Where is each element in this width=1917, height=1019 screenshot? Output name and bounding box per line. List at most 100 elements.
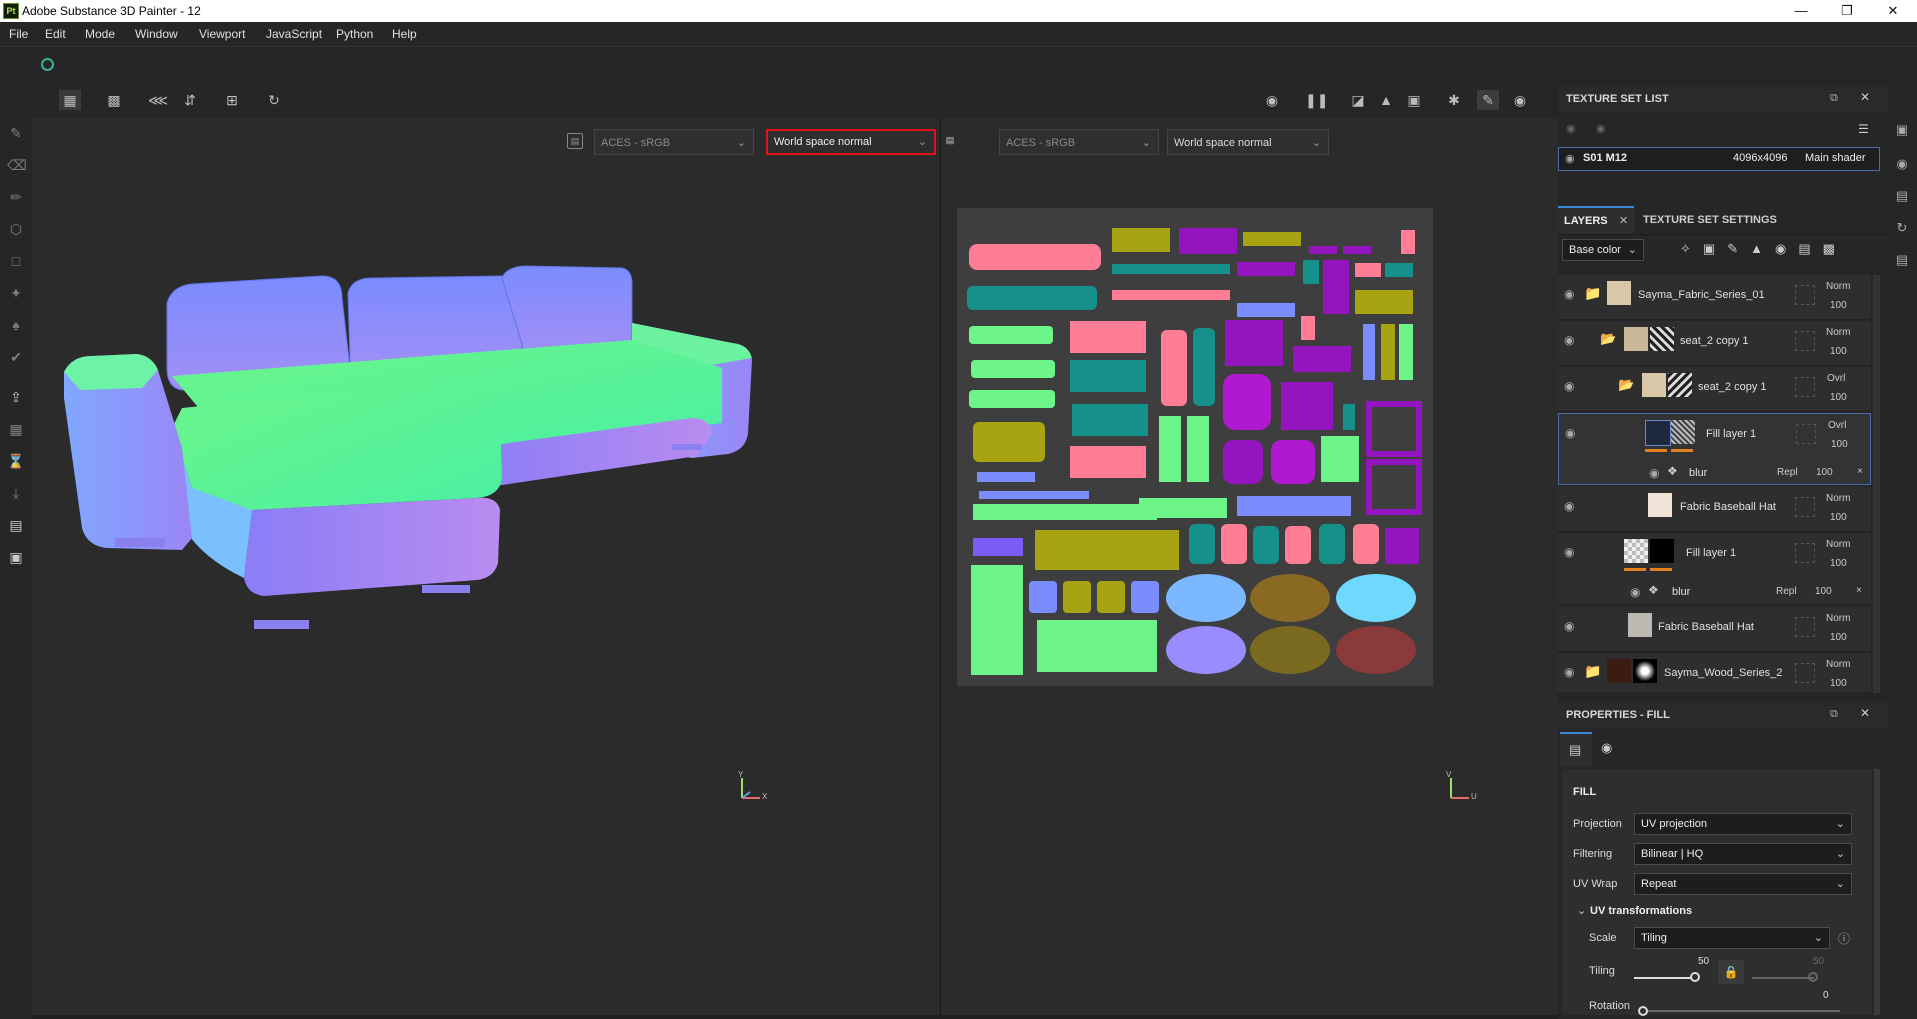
paint-brush-icon[interactable]: ✎ — [7, 124, 25, 142]
layer-visibility-icon[interactable]: ◉ — [1564, 499, 1574, 513]
mirror-x-icon[interactable]: ⋘ — [147, 90, 169, 110]
polygon-fill-icon[interactable]: ⬡ — [7, 220, 25, 238]
add-folder-icon[interactable]: ▤ — [1798, 241, 1822, 256]
tiling-value[interactable]: 50 — [1698, 956, 1709, 967]
mask-slot[interactable] — [1795, 663, 1815, 683]
close-window-button[interactable]: ✕ — [1870, 0, 1916, 22]
layer-row[interactable]: ◉ Fabric Baseball Hat Norm 100 — [1558, 607, 1871, 652]
tiling-slider-track[interactable] — [1634, 977, 1696, 979]
rotation-value[interactable]: 0 — [1823, 990, 1829, 1001]
viewport-3d[interactable]: ▤ ACES - sRGB ⌄ World space normal ⌄ Y X — [32, 118, 940, 1015]
close-properties-icon[interactable]: ✕ — [1860, 706, 1870, 720]
book-icon[interactable]: ▣ — [7, 548, 25, 566]
tiling-slider-track-secondary[interactable] — [1752, 977, 1814, 979]
collapse-chevron-icon[interactable]: ⌄ — [1577, 904, 1586, 917]
scale-dropdown[interactable]: Tiling ⌄ — [1634, 927, 1830, 949]
layer-row-selected[interactable]: ◉ Fill layer 1 Ovrl 100 ◉ ❖ blur Repl 10… — [1558, 413, 1871, 485]
split-view-icon[interactable]: ◪ — [1347, 90, 1369, 110]
rotation-slider-handle[interactable] — [1638, 1006, 1648, 1016]
lock-icon[interactable]: 🔒 — [1718, 960, 1744, 984]
layer-visibility-icon[interactable]: ◉ — [1564, 287, 1574, 301]
uv-map[interactable] — [957, 208, 1433, 686]
delete-layer-icon[interactable]: ▩ — [1823, 241, 1847, 256]
menu-javascript[interactable]: JavaScript — [266, 27, 322, 41]
rotation-slider-track[interactable] — [1640, 1010, 1840, 1012]
tab-texture-set-settings[interactable]: TEXTURE SET SETTINGS — [1643, 214, 1777, 226]
pause-icon[interactable]: ❚❚ — [1305, 90, 1328, 110]
close-tab-icon[interactable]: ✕ — [1619, 214, 1628, 227]
properties-scrollbar[interactable] — [1874, 769, 1880, 1015]
camera-icon[interactable]: ▣ — [1403, 90, 1425, 110]
bake-icon[interactable]: ▦ — [7, 420, 25, 438]
viewport-uv[interactable]: ▤ ACES - sRGB ⌄ World space normal ⌄ V U — [941, 118, 1558, 1015]
side-shelf-icon[interactable]: ◉ — [1893, 156, 1911, 174]
add-mask-icon[interactable]: ▣ — [1703, 241, 1727, 256]
menu-edit[interactable]: Edit — [45, 27, 66, 41]
layer-row[interactable]: ◉ Fabric Baseball Hat Norm 100 — [1558, 487, 1871, 532]
smart-material-icon[interactable]: ◉ — [1775, 241, 1798, 256]
effect-visibility-icon[interactable]: ◉ — [1630, 585, 1640, 599]
remove-effect-icon[interactable]: × — [1856, 585, 1862, 596]
tab-fill-properties[interactable]: ▤ — [1560, 732, 1592, 766]
side-log-icon[interactable]: ▤ — [1893, 252, 1911, 270]
layer-visibility-icon[interactable]: ◉ — [1564, 619, 1574, 633]
mask-slot[interactable] — [1795, 285, 1815, 305]
projection-icon[interactable]: ✏ — [7, 188, 25, 206]
texture-set-row[interactable]: ◉ S01 M12 4096x4096 Main shader — [1558, 147, 1880, 171]
clone-icon[interactable]: ✦ — [7, 284, 25, 302]
menu-python[interactable]: Python — [336, 27, 373, 41]
remove-effect-icon[interactable]: × — [1857, 466, 1863, 477]
layer-row[interactable]: ◉ 📁 Sayma_Fabric_Series_01 Norm 100 — [1558, 275, 1871, 320]
document-icon[interactable]: ▤ — [7, 516, 25, 534]
layer-scrollbar[interactable] — [1873, 275, 1880, 693]
eye-icon[interactable]: ◉ — [1565, 152, 1575, 165]
uv-transformations-title[interactable]: UV transformations — [1590, 905, 1692, 917]
float-properties-icon[interactable]: ⧉ — [1830, 708, 1838, 721]
tiling-slider-handle[interactable] — [1690, 972, 1700, 982]
filtering-dropdown[interactable]: Bilinear | HQ ⌄ — [1634, 843, 1852, 865]
tiling-value-secondary[interactable]: 50 — [1813, 956, 1824, 967]
tiling-slider-handle-secondary[interactable] — [1808, 972, 1818, 982]
colorspace-dropdown-uv[interactable]: ACES - sRGB ⌄ — [999, 129, 1159, 155]
cube-icon[interactable]: ▲ — [1375, 90, 1397, 110]
menu-file[interactable]: File — [9, 27, 28, 41]
mask-slot[interactable] — [1795, 331, 1815, 351]
menu-mode[interactable]: Mode — [85, 27, 115, 41]
grid-view-icon[interactable]: ▦ — [59, 90, 81, 110]
material-props-icon[interactable]: ◉ — [1601, 740, 1612, 756]
side-display-icon[interactable]: ▣ — [1893, 122, 1911, 140]
sofa-model[interactable] — [32, 118, 940, 1015]
solo-icon[interactable]: ◉ — [1596, 122, 1606, 135]
mask-slot[interactable] — [1795, 497, 1815, 517]
float-panel-icon[interactable]: ⧉ — [1830, 92, 1838, 105]
tab-layers[interactable]: LAYERS ✕ — [1558, 206, 1634, 234]
screenshot-icon[interactable]: ◉ — [1509, 90, 1531, 110]
layer-row[interactable]: ◉ 📁 Sayma_Wood_Series_2 Norm 100 — [1558, 653, 1871, 693]
close-panel-icon[interactable]: ✕ — [1860, 90, 1870, 104]
layer-visibility-icon[interactable]: ◉ — [1564, 545, 1574, 559]
effect-visibility-icon[interactable]: ◉ — [1649, 466, 1659, 480]
layer-visibility-icon[interactable]: ◉ — [1565, 426, 1575, 440]
display-settings-icon-uv[interactable]: ▤ — [942, 133, 958, 149]
layer-row[interactable]: ◉ Fill layer 1 Norm 100 ◉ ❖ blur Repl 10… — [1558, 533, 1871, 605]
mirror-y-icon[interactable]: ⇵ — [179, 90, 201, 110]
side-history-icon[interactable]: ↻ — [1893, 220, 1911, 238]
history-icon[interactable]: ↻ — [263, 90, 285, 110]
paint-mode-icon[interactable]: ✎ — [1477, 90, 1499, 110]
menu-window[interactable]: Window — [135, 27, 178, 41]
mask-slot[interactable] — [1795, 543, 1815, 563]
uvwrap-dropdown[interactable]: Repeat ⌄ — [1634, 873, 1852, 895]
menu-icon[interactable]: ☰ — [1858, 122, 1869, 136]
export-icon[interactable]: ⇪ — [7, 388, 25, 406]
layer-visibility-icon[interactable]: ◉ — [1564, 333, 1574, 347]
brush-preview-icon[interactable] — [41, 58, 54, 71]
tile-view-icon[interactable]: ▩ — [103, 90, 125, 110]
menu-help[interactable]: Help — [392, 27, 417, 41]
layer-row[interactable]: ◉ 📂 seat_2 copy 1 Ovrl 100 — [1558, 367, 1871, 412]
add-fill-layer-icon[interactable]: ▲ — [1750, 241, 1775, 256]
smudge-icon[interactable]: □ — [7, 252, 25, 270]
side-assets-icon[interactable]: ▤ — [1893, 188, 1911, 206]
layer-row[interactable]: ◉ 📂 seat_2 copy 1 Norm 100 — [1558, 321, 1871, 366]
channel-dropdown-uv[interactable]: World space normal ⌄ — [1167, 129, 1329, 155]
picker-icon[interactable]: ✔ — [7, 348, 25, 366]
